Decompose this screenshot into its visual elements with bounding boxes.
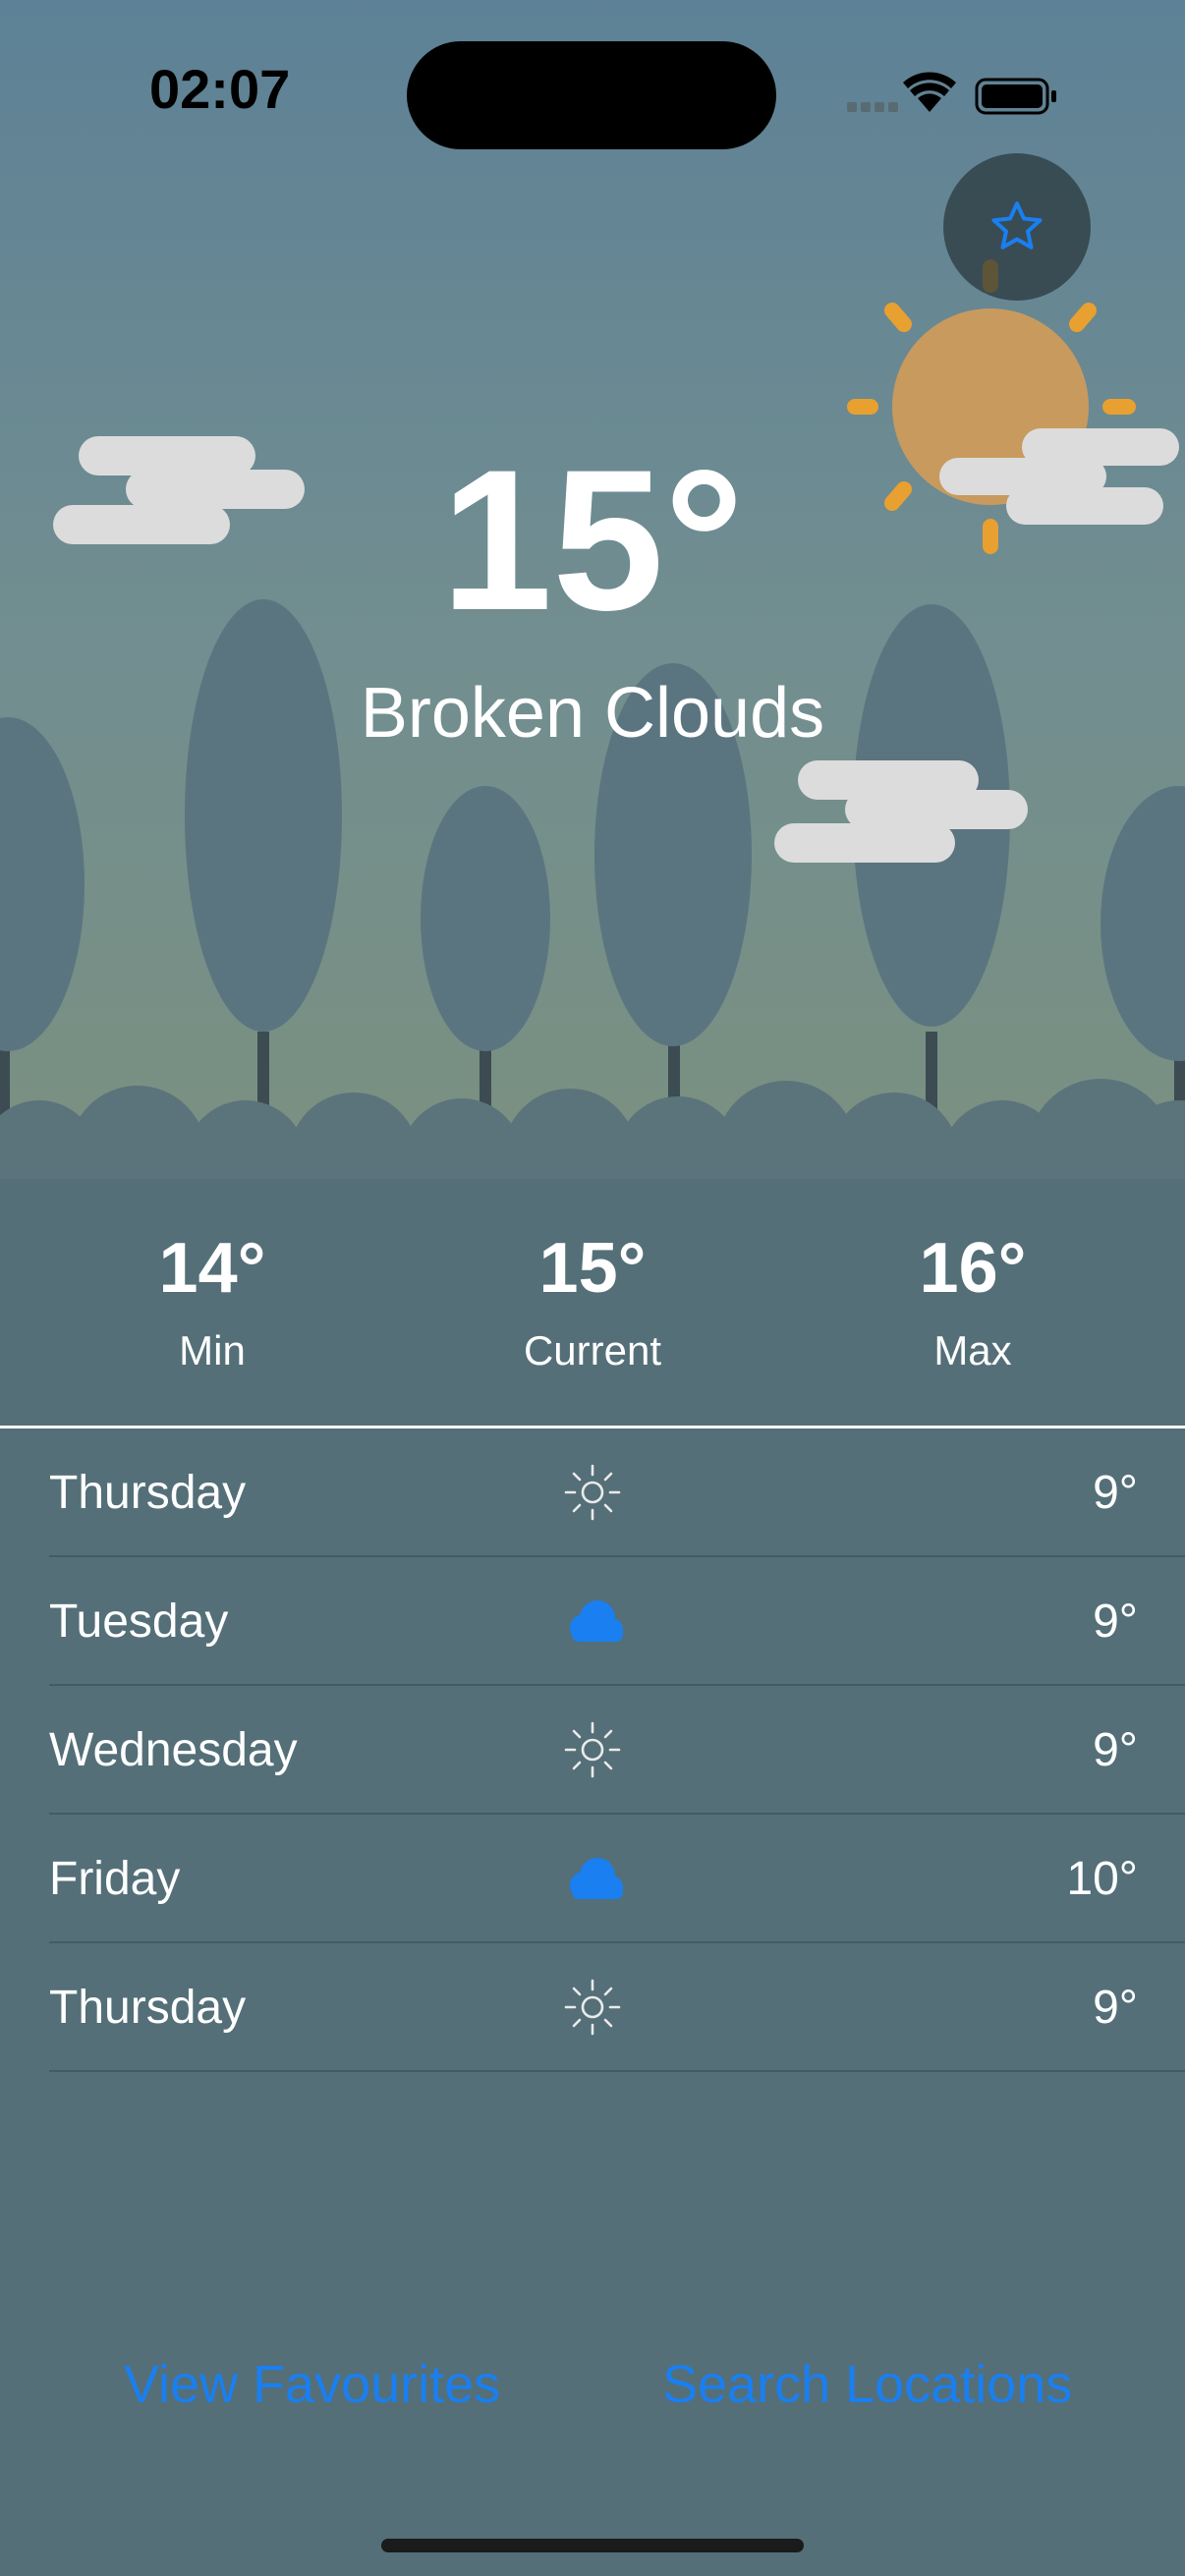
forecast-row: Tuesday 9° — [0, 1557, 1185, 1686]
star-icon — [991, 201, 1043, 250]
stat-max-label: Max — [933, 1327, 1012, 1373]
stat-current-label: Current — [523, 1327, 662, 1373]
stat-min-value: 14° — [158, 1229, 266, 1308]
status-icons — [847, 69, 1083, 123]
stat-min: 14° Min — [65, 1233, 360, 1374]
forecast-temp: 10° — [1066, 1853, 1138, 1905]
forecast-day: Tuesday — [49, 1596, 229, 1648]
forecast-row: Thursday 9° — [0, 1943, 1185, 2072]
forecast-temp: 9° — [1093, 1724, 1138, 1776]
forecast-temp: 9° — [1093, 1596, 1138, 1648]
cloud-icon — [570, 1600, 623, 1642]
current-condition: Broken Clouds — [360, 674, 825, 753]
sun-icon — [564, 1721, 621, 1778]
stat-min-label: Min — [179, 1327, 246, 1373]
stat-current-value: 15° — [538, 1229, 647, 1308]
status-time: 02:07 — [149, 58, 291, 120]
weather-screen: 02:07 15° Broken Clouds 14° Min 15° Curr… — [0, 0, 1185, 2576]
forecast-temp: 9° — [1093, 1467, 1138, 1519]
forecast-row: Wednesday 9° — [0, 1686, 1185, 1815]
forecast-day: Friday — [49, 1853, 181, 1905]
forecast-day: Wednesday — [49, 1724, 298, 1776]
stat-current: 15° Current — [445, 1233, 740, 1374]
sun-icon — [564, 1979, 621, 2036]
battery-icon — [975, 78, 1056, 115]
view-favourites-link[interactable]: View Favourites — [124, 2354, 500, 2415]
forecast-row: Thursday 9° — [0, 1428, 1185, 1557]
forecast-day: Thursday — [49, 1982, 247, 2034]
stat-max: 16° Max — [825, 1233, 1120, 1374]
current-temperature: 15° — [440, 428, 745, 652]
forecast-day: Thursday — [49, 1467, 247, 1519]
forecast-temp: 9° — [1093, 1982, 1138, 2034]
row-separator — [49, 2070, 1185, 2072]
stat-max-value: 16° — [919, 1229, 1027, 1308]
forecast-row: Friday 10° — [0, 1815, 1185, 1943]
dynamic-island — [407, 41, 776, 149]
sun-icon — [564, 1464, 621, 1521]
cloud-icon — [570, 1858, 623, 1899]
wifi-icon — [903, 72, 956, 112]
search-locations-link[interactable]: Search Locations — [662, 2354, 1072, 2415]
favourite-button[interactable] — [943, 153, 1091, 301]
signal-icon — [847, 102, 898, 112]
home-indicator[interactable] — [381, 2539, 804, 2552]
forecast-list: Thursday 9° Tuesday 9° Wednesday 9° Frid… — [0, 1428, 1185, 2072]
